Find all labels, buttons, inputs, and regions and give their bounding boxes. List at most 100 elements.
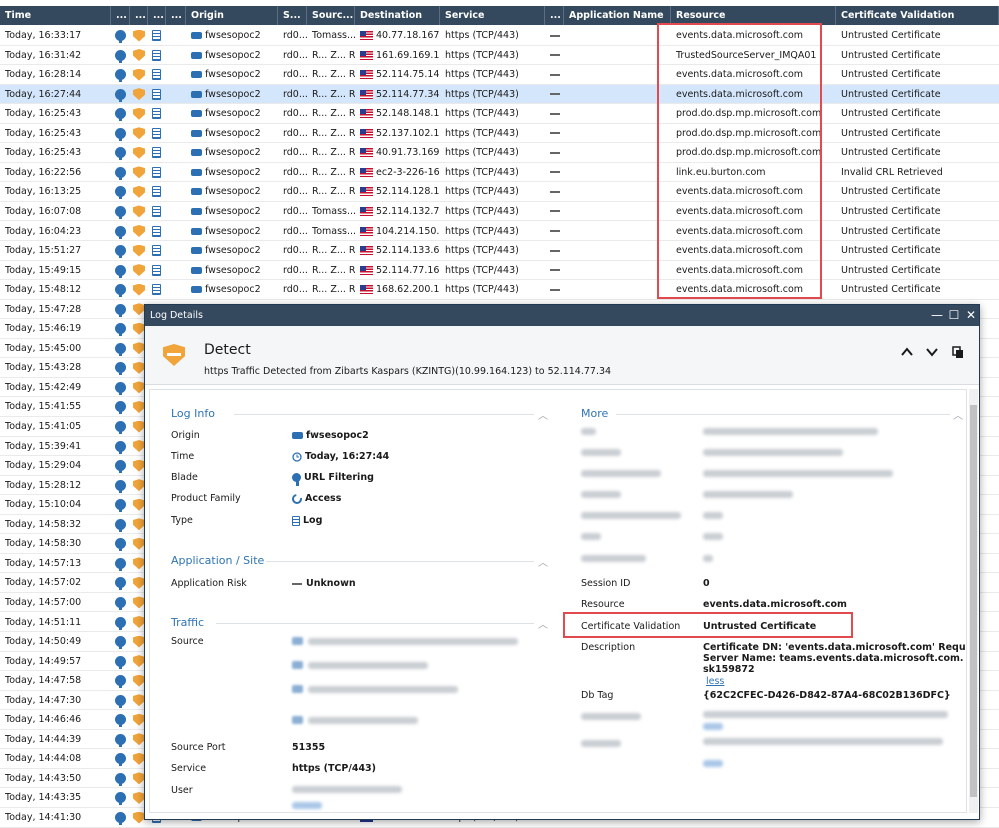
gateway-icon <box>191 51 202 59</box>
cell-origin: fwsesopoc2 <box>186 104 278 123</box>
table-row[interactable]: Today, 16:28:14 fwsesopoc2 rd0... R... Z...… <box>0 65 999 85</box>
less-link[interactable]: less <box>706 676 724 687</box>
table-row[interactable]: Today, 16:25:43 fwsesopoc2 rd0... R... Z...… <box>0 104 999 124</box>
cell-blade <box>111 358 130 377</box>
col-action[interactable]: ... <box>130 6 148 25</box>
table-row[interactable]: Today, 16:13:25 fwsesopoc2 rd0... R... Z...… <box>0 182 999 202</box>
gateway-icon <box>191 32 202 39</box>
cell-blade <box>111 397 130 416</box>
col-destination[interactable]: Destination <box>355 6 440 25</box>
col-type[interactable]: ... <box>148 6 166 25</box>
cell-source: R... Z... R... <box>312 49 355 61</box>
table-row[interactable]: Today, 15:49:15 fwsesopoc2 rd0... R... Z...… <box>0 261 999 281</box>
session-id-label: Session ID <box>581 578 631 589</box>
application-risk-label: Application Risk <box>171 578 247 589</box>
collapse-log-info-icon[interactable]: ︿ <box>538 407 548 422</box>
cell-blade <box>111 632 130 651</box>
previous-log-button[interactable] <box>899 346 915 362</box>
url-filtering-icon <box>115 108 126 122</box>
col-extra2[interactable]: ... <box>545 6 564 25</box>
table-row[interactable]: Today, 16:07:08 fwsesopoc2 rd0... Tomass...… <box>0 202 999 222</box>
url-filtering-icon <box>115 538 126 552</box>
collapse-application-icon[interactable]: ︿ <box>538 554 548 569</box>
cell-time: Today, 14:44:08 <box>5 753 82 765</box>
redacted-value <box>703 449 843 456</box>
cell-s: rd0... <box>283 245 307 257</box>
table-row[interactable]: Today, 16:25:43 fwsesopoc2 rd0... R... Z...… <box>0 124 999 144</box>
cell-resource: TrustedSourceServer_IMQA01 <box>676 49 817 61</box>
more-heading: More <box>581 407 609 420</box>
col-time[interactable]: Time <box>0 6 111 25</box>
redacted-label <box>581 740 621 747</box>
detect-shield-icon <box>133 107 145 120</box>
col-origin[interactable]: Origin <box>186 6 278 25</box>
application-site-heading: Application / Site <box>171 554 265 567</box>
redacted-label <box>581 512 681 519</box>
col-application-name[interactable]: Application Name <box>564 6 671 25</box>
log-type-icon <box>152 186 161 198</box>
url-filtering-icon <box>115 49 126 63</box>
next-log-button[interactable] <box>924 346 940 362</box>
col-service[interactable]: Service <box>440 6 545 25</box>
cell-extra <box>545 85 564 104</box>
url-filtering-icon <box>115 753 126 767</box>
url-filtering-icon <box>115 127 126 141</box>
redacted-user <box>308 662 428 669</box>
cell-blade <box>111 437 130 456</box>
redacted-machine <box>308 717 418 724</box>
collapse-traffic-icon[interactable]: ︿ <box>538 616 548 631</box>
cell-blade <box>111 788 130 807</box>
cell-certificate: Untrusted Certificate <box>841 30 941 41</box>
cell-action <box>130 280 148 299</box>
table-row[interactable]: Today, 15:51:27 fwsesopoc2 rd0... R... Z...… <box>0 241 999 261</box>
cell-blade <box>111 808 130 827</box>
cell-action <box>130 182 148 201</box>
dash-icon <box>550 288 560 291</box>
col-s[interactable]: S... <box>278 6 307 25</box>
cell-s: rd0... <box>283 147 307 159</box>
details-scrollbar[interactable] <box>969 389 978 813</box>
cell-time: Today, 15:51:27 <box>5 245 82 257</box>
col-source[interactable]: Sourc... <box>307 6 355 25</box>
log-type-icon <box>152 205 161 217</box>
cell-blade <box>111 495 130 514</box>
gateway-icon <box>191 188 202 196</box>
copy-button[interactable] <box>950 346 966 362</box>
col-blade[interactable]: ... <box>111 6 130 25</box>
table-row[interactable]: Today, 16:33:17 fwsesopoc2 rd0... Tomass...… <box>0 26 999 46</box>
cell-action <box>130 163 148 182</box>
col-extra[interactable]: ... <box>166 6 186 25</box>
cell-time: Today, 16:28:14 <box>5 69 82 81</box>
cell-blade <box>111 300 130 319</box>
col-resource[interactable]: Resource <box>671 6 836 25</box>
details-subtitle: https Traffic Detected from Zibarts Kasp… <box>204 366 612 377</box>
cell-s: rd0... <box>283 69 307 81</box>
cell-origin: fwsesopoc2 <box>186 26 278 45</box>
table-row[interactable]: Today, 16:31:42 fwsesopoc2 rd0... R... Z...… <box>0 46 999 66</box>
url-filtering-icon <box>292 473 301 486</box>
cell-extra <box>545 26 564 45</box>
section-divider <box>234 414 534 415</box>
cell-time: Today, 16:22:56 <box>5 166 82 178</box>
cell-service: https (TCP/443) <box>445 127 519 139</box>
cell-certificate: Untrusted Certificate <box>841 49 941 61</box>
cell-blade <box>111 241 130 260</box>
log-type-icon <box>152 225 161 237</box>
table-row[interactable]: Today, 16:25:43 fwsesopoc2 rd0... R... Z...… <box>0 143 999 163</box>
close-button[interactable]: ✕ <box>961 305 981 326</box>
cell-origin: fwsesopoc2 <box>186 261 278 280</box>
table-row[interactable]: Today, 16:22:56 fwsesopoc2 rd0... R... Z...… <box>0 163 999 183</box>
window-titlebar[interactable]: Log Details — ☐ ✕ <box>145 305 979 326</box>
table-row[interactable]: Today, 15:48:12 fwsesopoc2 rd0... R... Z...… <box>0 280 999 300</box>
table-row[interactable]: Today, 16:04:23 fwsesopoc2 rd0... Tomass...… <box>0 222 999 241</box>
cell-type <box>148 202 166 221</box>
window-title: Log Details <box>150 310 203 321</box>
detect-shield-icon <box>133 127 145 140</box>
collapse-more-icon[interactable]: ︿ <box>953 407 963 422</box>
cell-extra <box>545 163 564 182</box>
col-certificate-validation[interactable]: Certificate Validation <box>836 6 999 25</box>
cell-origin: fwsesopoc2 <box>186 222 278 241</box>
table-row[interactable]: Today, 16:27:44 fwsesopoc2 rd0... R... Z...… <box>0 84 999 105</box>
scrollbar-thumb[interactable] <box>970 405 977 797</box>
cell-destination: 161.69.169.18 <box>355 46 440 65</box>
